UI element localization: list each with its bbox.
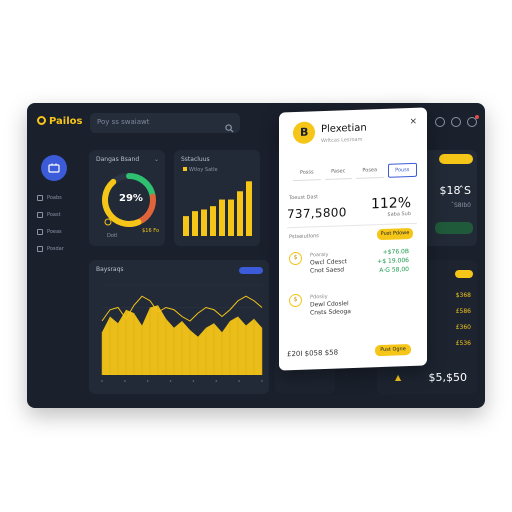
search-bar[interactable]: Poy ss swaiawt <box>90 113 240 133</box>
sidebar-item-2[interactable]: Poast <box>37 210 61 220</box>
popup-footer-text: £20I $058 $58 <box>287 348 339 359</box>
close-icon[interactable]: × <box>409 117 417 127</box>
donut-marker <box>104 218 112 226</box>
sidebar-item-label: Poeas <box>47 229 62 235</box>
donut-card: Dangas Bsand ⌄ 29% Dotl $16 Fo <box>89 150 165 246</box>
right-row: £536 <box>455 340 471 347</box>
popup-tab-active[interactable]: Pouss <box>387 162 417 178</box>
sidebar-item-icon <box>37 246 43 252</box>
right-top-green-pill[interactable] <box>435 222 473 234</box>
popup-percent-sub: $aba Sub <box>387 210 411 218</box>
donut-card-title: Dangas Bsand <box>96 156 140 163</box>
logo-icon <box>37 116 46 125</box>
popup-item-text: Poaraiy Owcl Cdesct Cnot Saesd <box>310 250 347 275</box>
right-bottom-total: $5,$50 <box>428 371 468 384</box>
right-row: £360 <box>455 324 471 331</box>
right-row: £586 <box>455 308 471 315</box>
sidebar-item-3[interactable]: Poeas <box>37 227 62 237</box>
chevron-down-icon[interactable]: ⌄ <box>154 156 159 163</box>
popup-amount: 737,5800 <box>287 205 347 222</box>
right-row: $368 <box>455 292 471 299</box>
bar-6 <box>237 191 243 236</box>
bar-4 <box>219 199 225 236</box>
sidebar: Poabs Poast Poeas Posdar <box>27 143 82 408</box>
popup-item-values: +$76.0B +$ 19.006 A·G 58,00 <box>377 247 409 275</box>
bar-5 <box>228 199 234 236</box>
popup-icon: B <box>293 121 315 145</box>
bars-card-title: Sstacluus <box>181 156 210 163</box>
right-top-value: $18 ̂S <box>439 184 471 197</box>
sidebar-item-4[interactable]: Posdar <box>37 244 64 254</box>
area-card-title: Baysraqs <box>96 266 124 273</box>
right-top-sub: ˆS8Ib0 <box>450 202 471 209</box>
popup-list-item[interactable]: $ Pdosiiy Dewl Cdoslel Cnsts Sdeoga <box>289 292 351 318</box>
popup-icon-char: B <box>300 125 309 139</box>
popup-subtitle: Wrltcas Lesroam <box>321 136 363 145</box>
briefcase-icon <box>48 163 60 173</box>
x-tick-7 <box>261 380 263 382</box>
sidebar-home-button[interactable] <box>41 155 67 181</box>
x-tick-2 <box>146 380 149 382</box>
bar-1 <box>192 211 198 236</box>
x-tick-1 <box>124 380 126 382</box>
sidebar-item-label: Poast <box>47 212 61 218</box>
sidebar-item-1[interactable]: Poabs <box>37 193 62 203</box>
brand-logo[interactable]: Pailos <box>37 116 83 127</box>
area-toggle[interactable] <box>239 267 263 274</box>
popup-tab[interactable]: Pasec <box>324 165 352 180</box>
right-top-pill[interactable] <box>439 154 473 164</box>
popup-item-value: A·G 58,00 <box>379 266 409 275</box>
search-icon[interactable] <box>225 118 234 137</box>
coin-icon: $ <box>289 251 302 266</box>
x-tick-6 <box>238 380 240 382</box>
bar-7 <box>246 181 252 236</box>
x-tick-0 <box>101 380 103 382</box>
x-tick-4 <box>192 380 195 382</box>
top-icons <box>435 115 479 127</box>
bars-legend: Wtloy Satle <box>183 167 218 173</box>
popup-item-line: Cnot Saesd <box>310 266 345 275</box>
sidebar-item-label: Posdar <box>47 246 64 252</box>
legend-swatch <box>183 167 187 171</box>
area-chart <box>101 284 263 382</box>
donut-left-note: Dotl <box>107 233 118 239</box>
popup-item-line: Cnsts Sdeoga <box>310 308 351 317</box>
popup-list-item[interactable]: $ Poaraiy Owcl Cdesct Cnot Saesd <box>289 250 347 276</box>
popup-section-title: Pstseiutlons <box>289 233 319 241</box>
bars-legend-label: Wtloy Satle <box>189 167 218 173</box>
popup-panel: B Plexetian Wrltcas Lesroam × Posss Pase… <box>279 107 427 371</box>
x-tick-3 <box>169 380 172 382</box>
notification-icon[interactable] <box>467 115 479 127</box>
clock-icon[interactable] <box>451 117 461 127</box>
sidebar-item-icon <box>37 195 43 201</box>
popup-percent: 112% <box>370 194 411 213</box>
settings-icon[interactable] <box>435 117 445 127</box>
bar-0 <box>183 216 189 236</box>
popup-meta: Toeust Dast <box>289 194 319 202</box>
donut-right-note: $16 Fo <box>142 228 159 234</box>
bars-card: Sstacluus Wtloy Satle <box>174 150 260 246</box>
right-bottom-pill[interactable] <box>455 270 473 278</box>
popup-tabs: Posss Pasec Posea Pouss <box>293 162 417 182</box>
bar-chart <box>183 181 252 236</box>
popup-tab[interactable]: Posea <box>356 163 384 179</box>
popup-tab[interactable]: Posss <box>293 166 321 182</box>
bar-3 <box>210 206 216 236</box>
popup-item-text: Pdosiiy Dewl Cdoslel Cnsts Sdeoga <box>310 292 351 317</box>
area-card: Baysraqs <box>89 260 269 394</box>
popup-title: Plexetian <box>321 122 367 136</box>
warning-icon: ▲ <box>395 373 402 382</box>
coin-icon: $ <box>289 293 302 308</box>
bar-2 <box>201 209 207 236</box>
search-placeholder: Poy ss swaiawt <box>97 118 150 126</box>
brand-name: Pailos <box>49 116 83 127</box>
sidebar-item-icon <box>37 229 43 235</box>
sidebar-item-icon <box>37 212 43 218</box>
popup-secondary-button[interactable]: Pust Ogne <box>375 343 411 357</box>
sidebar-item-label: Poabs <box>47 195 62 201</box>
popup-primary-button[interactable]: Pust Pdowe <box>377 227 413 241</box>
x-tick-5 <box>215 380 218 382</box>
donut-value: 29% <box>119 193 143 204</box>
